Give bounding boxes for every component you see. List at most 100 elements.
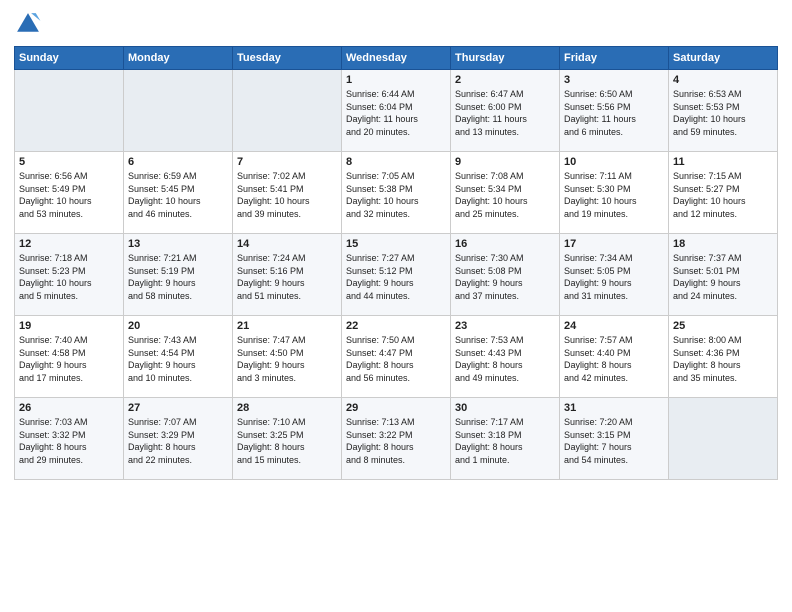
calendar-cell: 28 Sunrise: 7:10 AM Sunset: 3:25 PM Dayli… bbox=[233, 398, 342, 480]
day-info: Sunrise: 6:47 AM Sunset: 6:00 PM Dayligh… bbox=[455, 88, 555, 138]
day-header-thursday: Thursday bbox=[451, 47, 560, 70]
calendar-cell: 17 Sunrise: 7:34 AM Sunset: 5:05 PM Dayli… bbox=[560, 234, 669, 316]
day-number: 18 bbox=[673, 238, 773, 250]
calendar-cell: 13 Sunrise: 7:21 AM Sunset: 5:19 PM Dayli… bbox=[124, 234, 233, 316]
calendar-cell: 14Sunrise: 7:24 AM Sunset: 5:16 PM Dayli… bbox=[233, 234, 342, 316]
calendar-cell: 16 Sunrise: 7:30 AM Sunset: 5:08 PM Dayli… bbox=[451, 234, 560, 316]
day-number: 9 bbox=[455, 156, 555, 168]
calendar-cell: 7 Sunrise: 7:02 AM Sunset: 5:41 PM Daylig… bbox=[233, 152, 342, 234]
calendar-cell: 24 Sunrise: 7:57 AM Sunset: 4:40 PM Dayli… bbox=[560, 316, 669, 398]
day-info: Sunrise: 6:44 AM Sunset: 6:04 PM Dayligh… bbox=[346, 88, 446, 138]
calendar-cell: 9 Sunrise: 7:08 AM Sunset: 5:34 PM Daylig… bbox=[451, 152, 560, 234]
calendar-cell: 21Sunrise: 7:47 AM Sunset: 4:50 PM Dayli… bbox=[233, 316, 342, 398]
day-number: 26 bbox=[19, 402, 119, 414]
day-number: 6 bbox=[128, 156, 228, 168]
day-info: Sunrise: 7:24 AM Sunset: 5:16 PM Dayligh… bbox=[237, 252, 337, 302]
calendar-cell: 11 Sunrise: 7:15 AM Sunset: 5:27 PM Dayli… bbox=[669, 152, 778, 234]
day-info: Sunrise: 7:18 AM Sunset: 5:23 PM Dayligh… bbox=[19, 252, 119, 302]
day-number: 22 bbox=[346, 320, 446, 332]
calendar-cell: 19 Sunrise: 7:40 AM Sunset: 4:58 PM Dayli… bbox=[15, 316, 124, 398]
calendar-cell: 15 Sunrise: 7:27 AM Sunset: 5:12 PM Dayli… bbox=[342, 234, 451, 316]
calendar-cell: 4Sunrise: 6:53 AM Sunset: 5:53 PM Daylig… bbox=[669, 70, 778, 152]
day-info: Sunrise: 7:43 AM Sunset: 4:54 PM Dayligh… bbox=[128, 334, 228, 384]
week-row: 19 Sunrise: 7:40 AM Sunset: 4:58 PM Dayli… bbox=[15, 316, 778, 398]
calendar-table: SundayMondayTuesdayWednesdayThursdayFrid… bbox=[14, 46, 778, 480]
day-info: Sunrise: 7:05 AM Sunset: 5:38 PM Dayligh… bbox=[346, 170, 446, 220]
day-info: Sunrise: 7:53 AM Sunset: 4:43 PM Dayligh… bbox=[455, 334, 555, 384]
calendar-cell: 6 Sunrise: 6:59 AM Sunset: 5:45 PM Daylig… bbox=[124, 152, 233, 234]
day-info: Sunrise: 7:03 AM Sunset: 3:32 PM Dayligh… bbox=[19, 416, 119, 466]
day-header-sunday: Sunday bbox=[15, 47, 124, 70]
calendar-cell: 22 Sunrise: 7:50 AM Sunset: 4:47 PM Dayli… bbox=[342, 316, 451, 398]
day-info: Sunrise: 7:40 AM Sunset: 4:58 PM Dayligh… bbox=[19, 334, 119, 384]
calendar-cell: 20 Sunrise: 7:43 AM Sunset: 4:54 PM Dayli… bbox=[124, 316, 233, 398]
day-info: Sunrise: 6:59 AM Sunset: 5:45 PM Dayligh… bbox=[128, 170, 228, 220]
calendar-cell bbox=[233, 70, 342, 152]
calendar-cell: 12 Sunrise: 7:18 AM Sunset: 5:23 PM Dayli… bbox=[15, 234, 124, 316]
calendar-cell: 3Sunrise: 6:50 AM Sunset: 5:56 PM Daylig… bbox=[560, 70, 669, 152]
logo-icon bbox=[14, 10, 42, 38]
day-info: Sunrise: 7:57 AM Sunset: 4:40 PM Dayligh… bbox=[564, 334, 664, 384]
calendar-cell: 2Sunrise: 6:47 AM Sunset: 6:00 PM Daylig… bbox=[451, 70, 560, 152]
day-info: Sunrise: 7:20 AM Sunset: 3:15 PM Dayligh… bbox=[564, 416, 664, 466]
day-info: Sunrise: 7:17 AM Sunset: 3:18 PM Dayligh… bbox=[455, 416, 555, 466]
day-number: 17 bbox=[564, 238, 664, 250]
day-header-saturday: Saturday bbox=[669, 47, 778, 70]
day-info: Sunrise: 7:47 AM Sunset: 4:50 PM Dayligh… bbox=[237, 334, 337, 384]
calendar-cell bbox=[124, 70, 233, 152]
calendar-cell: 25 Sunrise: 8:00 AM Sunset: 4:36 PM Dayli… bbox=[669, 316, 778, 398]
calendar-container: SundayMondayTuesdayWednesdayThursdayFrid… bbox=[0, 0, 792, 486]
day-number: 30 bbox=[455, 402, 555, 414]
day-number: 16 bbox=[455, 238, 555, 250]
day-number: 7 bbox=[237, 156, 337, 168]
day-info: Sunrise: 7:50 AM Sunset: 4:47 PM Dayligh… bbox=[346, 334, 446, 384]
day-number: 31 bbox=[564, 402, 664, 414]
day-info: Sunrise: 6:50 AM Sunset: 5:56 PM Dayligh… bbox=[564, 88, 664, 138]
day-number: 27 bbox=[128, 402, 228, 414]
day-number: 19 bbox=[19, 320, 119, 332]
day-number: 4 bbox=[673, 74, 773, 86]
header bbox=[14, 10, 778, 38]
day-number: 15 bbox=[346, 238, 446, 250]
calendar-cell: 26 Sunrise: 7:03 AM Sunset: 3:32 PM Dayli… bbox=[15, 398, 124, 480]
day-number: 29 bbox=[346, 402, 446, 414]
week-row: 12 Sunrise: 7:18 AM Sunset: 5:23 PM Dayli… bbox=[15, 234, 778, 316]
day-number: 24 bbox=[564, 320, 664, 332]
day-info: Sunrise: 7:21 AM Sunset: 5:19 PM Dayligh… bbox=[128, 252, 228, 302]
day-info: Sunrise: 7:15 AM Sunset: 5:27 PM Dayligh… bbox=[673, 170, 773, 220]
week-row: 1Sunrise: 6:44 AM Sunset: 6:04 PM Daylig… bbox=[15, 70, 778, 152]
day-number: 10 bbox=[564, 156, 664, 168]
calendar-cell: 23Sunrise: 7:53 AM Sunset: 4:43 PM Dayli… bbox=[451, 316, 560, 398]
calendar-cell: 8 Sunrise: 7:05 AM Sunset: 5:38 PM Daylig… bbox=[342, 152, 451, 234]
week-row: 26 Sunrise: 7:03 AM Sunset: 3:32 PM Dayli… bbox=[15, 398, 778, 480]
day-info: Sunrise: 7:30 AM Sunset: 5:08 PM Dayligh… bbox=[455, 252, 555, 302]
day-number: 5 bbox=[19, 156, 119, 168]
calendar-cell: 30 Sunrise: 7:17 AM Sunset: 3:18 PM Dayli… bbox=[451, 398, 560, 480]
day-number: 13 bbox=[128, 238, 228, 250]
day-info: Sunrise: 7:34 AM Sunset: 5:05 PM Dayligh… bbox=[564, 252, 664, 302]
day-info: Sunrise: 6:56 AM Sunset: 5:49 PM Dayligh… bbox=[19, 170, 119, 220]
calendar-cell: 10Sunrise: 7:11 AM Sunset: 5:30 PM Dayli… bbox=[560, 152, 669, 234]
day-number: 12 bbox=[19, 238, 119, 250]
calendar-cell: 5 Sunrise: 6:56 AM Sunset: 5:49 PM Daylig… bbox=[15, 152, 124, 234]
day-info: Sunrise: 7:37 AM Sunset: 5:01 PM Dayligh… bbox=[673, 252, 773, 302]
day-number: 11 bbox=[673, 156, 773, 168]
day-info: Sunrise: 8:00 AM Sunset: 4:36 PM Dayligh… bbox=[673, 334, 773, 384]
calendar-cell bbox=[669, 398, 778, 480]
day-info: Sunrise: 7:10 AM Sunset: 3:25 PM Dayligh… bbox=[237, 416, 337, 466]
day-info: Sunrise: 7:02 AM Sunset: 5:41 PM Dayligh… bbox=[237, 170, 337, 220]
calendar-cell: 1Sunrise: 6:44 AM Sunset: 6:04 PM Daylig… bbox=[342, 70, 451, 152]
day-number: 25 bbox=[673, 320, 773, 332]
calendar-cell: 29 Sunrise: 7:13 AM Sunset: 3:22 PM Dayli… bbox=[342, 398, 451, 480]
day-info: Sunrise: 7:08 AM Sunset: 5:34 PM Dayligh… bbox=[455, 170, 555, 220]
header-row: SundayMondayTuesdayWednesdayThursdayFrid… bbox=[15, 47, 778, 70]
day-info: Sunrise: 7:07 AM Sunset: 3:29 PM Dayligh… bbox=[128, 416, 228, 466]
day-info: Sunrise: 7:27 AM Sunset: 5:12 PM Dayligh… bbox=[346, 252, 446, 302]
calendar-cell: 27 Sunrise: 7:07 AM Sunset: 3:29 PM Dayli… bbox=[124, 398, 233, 480]
day-number: 20 bbox=[128, 320, 228, 332]
week-row: 5 Sunrise: 6:56 AM Sunset: 5:49 PM Daylig… bbox=[15, 152, 778, 234]
day-info: Sunrise: 7:13 AM Sunset: 3:22 PM Dayligh… bbox=[346, 416, 446, 466]
calendar-cell: 31 Sunrise: 7:20 AM Sunset: 3:15 PM Dayli… bbox=[560, 398, 669, 480]
day-number: 8 bbox=[346, 156, 446, 168]
day-number: 28 bbox=[237, 402, 337, 414]
